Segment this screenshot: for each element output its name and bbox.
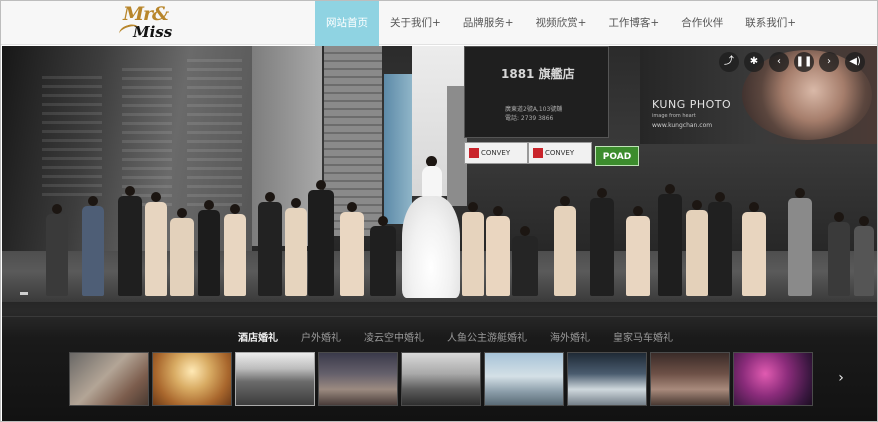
person — [46, 204, 68, 296]
slide-indicator[interactable] — [20, 292, 28, 295]
nav-item-videos[interactable]: 视频欣赏+ — [525, 1, 598, 45]
gallery-section: 酒店婚礼 户外婚礼 凌云空中婚礼 人鱼公主游艇婚礼 海外婚礼 皇家马车婚礼 › — [2, 302, 877, 421]
person — [224, 204, 246, 296]
sign-kung-title: KUNG PHOTO — [652, 98, 732, 111]
gallery-thumb[interactable] — [650, 352, 730, 406]
logo-text-line1: Mr& — [123, 3, 169, 25]
person — [554, 196, 576, 296]
person — [258, 192, 282, 296]
nav-item-home[interactable]: 网站首页 — [315, 1, 379, 48]
gallery-thumb[interactable] — [235, 352, 315, 406]
pause-icon[interactable]: ❚❚ — [794, 52, 814, 72]
person — [308, 180, 334, 296]
sign-convey-left: CONVEY — [464, 142, 528, 164]
nav-item-about[interactable]: 关于我们+ — [379, 1, 452, 45]
person — [118, 186, 142, 296]
gallery-divider — [2, 316, 877, 317]
category-yacht-wedding[interactable]: 人鱼公主游艇婚礼 — [447, 329, 527, 344]
sign-1881-title: 1881 旗艦店 — [501, 67, 575, 81]
bride — [402, 156, 460, 298]
sign-kung-url: www.kungchan.com — [652, 122, 713, 129]
gallery-thumb[interactable] — [69, 352, 149, 406]
person — [742, 202, 766, 296]
site-header: Mr& Miss 网站首页 关于我们+ 品牌服务+ 视频欣赏+ 工作博客+ 合作… — [1, 1, 877, 48]
nav-item-services[interactable]: 品牌服务+ — [452, 1, 525, 45]
category-overseas-wedding[interactable]: 海外婚礼 — [550, 329, 590, 344]
gallery-thumb[interactable] — [733, 352, 813, 406]
person — [686, 200, 708, 296]
person — [486, 206, 510, 296]
person — [198, 200, 220, 296]
nav-item-partners[interactable]: 合作伙伴 — [670, 1, 734, 45]
person — [854, 216, 874, 296]
share-icon[interactable]: ⤴ — [719, 52, 739, 72]
person — [82, 196, 104, 296]
sign-1881: 1881 旗艦店 廣東道2號A,103號舖 電話: 2739 3866 — [464, 46, 609, 138]
person — [170, 208, 194, 296]
sign-poad: POAD — [595, 146, 639, 166]
hero-slide-image: 1881 旗艦店 廣東道2號A,103號舖 電話: 2739 3866 KUNG… — [2, 46, 877, 302]
gallery-thumb[interactable] — [567, 352, 647, 406]
gallery-thumb[interactable] — [484, 352, 564, 406]
gallery-thumbnails — [69, 352, 816, 406]
sign-kung-tagline: image from heart — [652, 113, 696, 119]
person — [512, 226, 538, 296]
person — [462, 202, 484, 296]
category-hotel-wedding[interactable]: 酒店婚礼 — [238, 329, 278, 344]
person — [340, 202, 364, 296]
category-outdoor-wedding[interactable]: 户外婚礼 — [301, 329, 341, 344]
brightness-icon[interactable]: ✱ — [744, 52, 764, 72]
sign-1881-phone: 電話: 2739 3866 — [505, 115, 554, 122]
category-carriage-wedding[interactable]: 皇家马车婚礼 — [613, 329, 673, 344]
category-sky-wedding[interactable]: 凌云空中婚礼 — [364, 329, 424, 344]
nav-item-blog[interactable]: 工作博客+ — [597, 1, 670, 45]
person — [828, 212, 850, 296]
prev-icon[interactable]: ‹ — [769, 52, 789, 72]
sign-convey-right: CONVEY — [528, 142, 592, 164]
next-icon[interactable]: › — [819, 52, 839, 72]
bride-dress — [402, 196, 460, 298]
person — [590, 188, 614, 296]
person — [658, 184, 682, 296]
person — [285, 198, 307, 296]
nav-item-contact[interactable]: 联系我们+ — [734, 1, 807, 45]
gallery-thumb[interactable] — [401, 352, 481, 406]
gallery-next-arrow-icon[interactable]: › — [834, 370, 848, 386]
gallery-thumb[interactable] — [318, 352, 398, 406]
person — [145, 192, 167, 296]
person — [708, 192, 732, 296]
page-frame: Mr& Miss 网站首页 关于我们+ 品牌服务+ 视频欣赏+ 工作博客+ 合作… — [0, 0, 878, 422]
person — [370, 216, 396, 296]
brand-logo[interactable]: Mr& Miss — [117, 3, 179, 43]
gallery-categories: 酒店婚礼 户外婚礼 凌云空中婚礼 人鱼公主游艇婚礼 海外婚礼 皇家马车婚礼 — [238, 329, 696, 344]
person — [626, 206, 650, 296]
main-nav: 网站首页 关于我们+ 品牌服务+ 视频欣赏+ 工作博客+ 合作伙伴 联系我们+ — [315, 1, 807, 48]
sign-1881-details: 廣東道2號A,103號舖 電話: 2739 3866 — [505, 105, 562, 123]
volume-icon[interactable]: ◀) — [845, 52, 865, 72]
gallery-thumb[interactable] — [152, 352, 232, 406]
sign-1881-address: 廣東道2號A,103號舖 — [505, 106, 563, 113]
person — [788, 188, 812, 296]
